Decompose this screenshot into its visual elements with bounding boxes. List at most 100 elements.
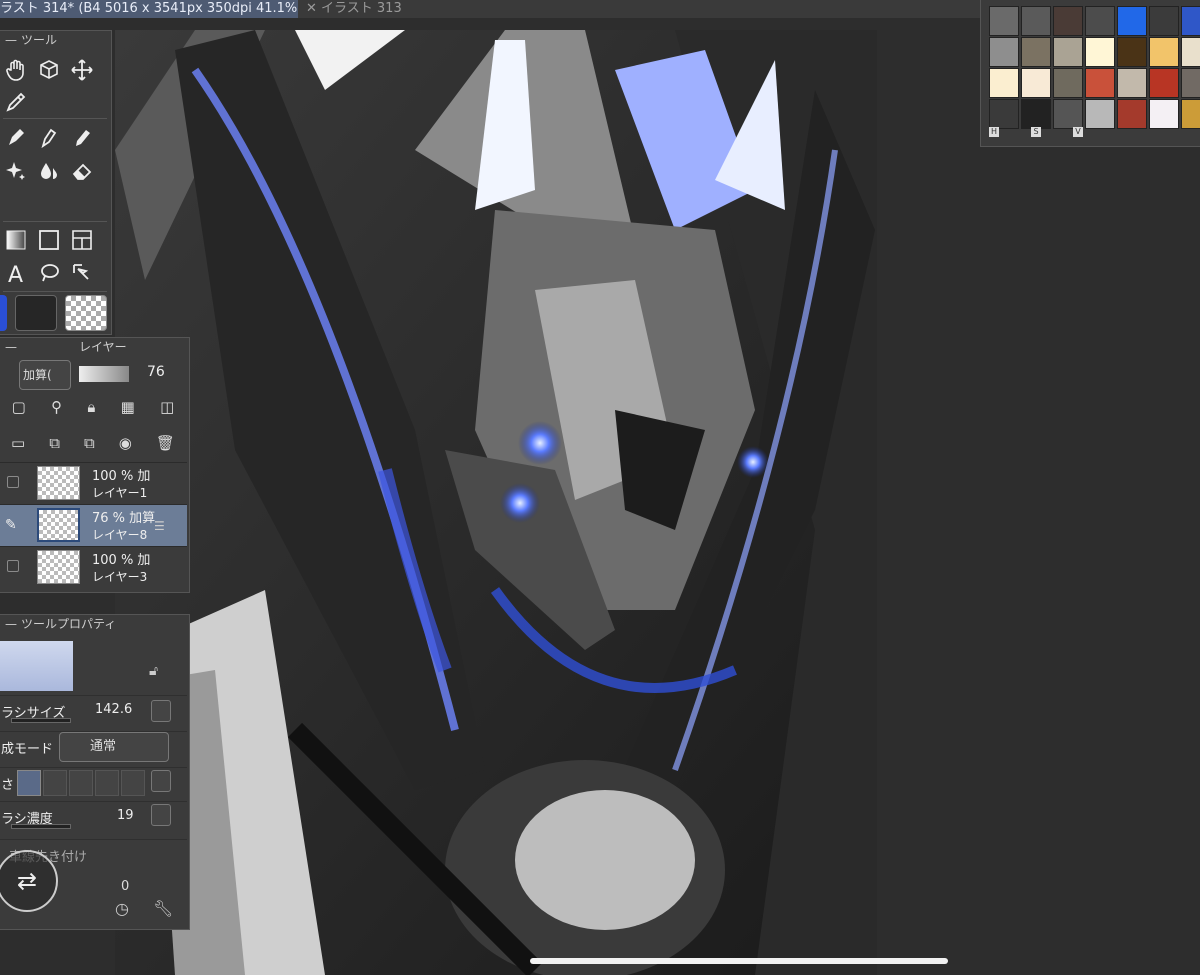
lock-alpha-icon[interactable]: ▦: [121, 398, 135, 424]
layer-menu-icon[interactable]: ☰: [154, 519, 165, 533]
pen-icon[interactable]: [0, 124, 32, 152]
hardness-label: さ: [1, 778, 15, 793]
color-swatch[interactable]: [1053, 99, 1083, 129]
eyedropper-icon[interactable]: [0, 88, 32, 116]
layer-row-selected[interactable]: ✎ 76 % 加算 レイヤー8 ☰: [0, 504, 187, 546]
color-swatch[interactable]: [1021, 99, 1051, 129]
tool-row-2: [0, 88, 113, 116]
color-swatch[interactable]: [1149, 37, 1179, 67]
blend-mode-row[interactable]: 成モード 通常: [0, 731, 187, 762]
density-value: 19: [117, 808, 134, 823]
chevron-right-icon[interactable]: [151, 770, 171, 792]
color-swatch[interactable]: [1117, 68, 1147, 98]
sub-color-swatch[interactable]: [15, 295, 57, 331]
brush-size-bar[interactable]: [11, 718, 71, 723]
main-color-swatch[interactable]: [0, 295, 7, 331]
color-swatch[interactable]: [1053, 6, 1083, 36]
move-icon[interactable]: [65, 56, 98, 84]
visibility-checkbox[interactable]: [7, 560, 19, 572]
color-swatch[interactable]: [1181, 68, 1200, 98]
hardness-options[interactable]: [17, 770, 145, 796]
color-swatch[interactable]: [989, 37, 1019, 67]
color-swatch[interactable]: [1085, 37, 1115, 67]
drawing-canvas[interactable]: [115, 30, 877, 975]
tool-panel-title: ツール: [21, 33, 58, 47]
home-indicator[interactable]: [530, 958, 948, 964]
color-swatch[interactable]: [1117, 99, 1147, 129]
rotate-cube-icon[interactable]: [32, 56, 65, 84]
marker-icon[interactable]: [65, 124, 98, 152]
tool-row-3: [0, 124, 113, 152]
color-swatch[interactable]: [1149, 68, 1179, 98]
color-swatch[interactable]: [1053, 37, 1083, 67]
trash-icon[interactable]: 🗑︎: [156, 434, 175, 460]
blend-mode-dropdown[interactable]: 通常: [59, 732, 169, 762]
visibility-checkbox[interactable]: [7, 476, 19, 488]
layer-row[interactable]: 100 % 加 レイヤー3: [0, 546, 187, 588]
color-swatch[interactable]: [1085, 68, 1115, 98]
select-pointer-icon[interactable]: [65, 259, 98, 287]
layer-row[interactable]: 100 % 加 レイヤー1: [0, 462, 187, 504]
collapse-icon[interactable]: —: [5, 615, 17, 633]
reset-timer-icon[interactable]: ◷: [115, 899, 129, 918]
merge-icon[interactable]: ⧉: [84, 434, 95, 460]
blend-drop-icon[interactable]: [32, 157, 65, 185]
color-swatch[interactable]: [1117, 6, 1147, 36]
gradient-icon[interactable]: [0, 226, 32, 254]
color-swatch[interactable]: [1053, 68, 1083, 98]
reference-icon[interactable]: ⚲: [51, 398, 62, 424]
blend-mode-select[interactable]: 加算(: [19, 360, 71, 390]
blend-mode-value: 加算(: [23, 368, 52, 382]
text-icon[interactable]: A: [0, 259, 32, 287]
wrench-icon[interactable]: 🔧︎: [153, 899, 173, 918]
collapse-icon[interactable]: —: [5, 338, 17, 356]
bottom-value: 0: [121, 879, 130, 894]
tab-illust-314[interactable]: ラスト 314* (B4 5016 x 3541px 350dpi 41.1%): [0, 0, 298, 18]
layer-mask-icon[interactable]: ◉: [119, 434, 132, 460]
fountain-pen-icon[interactable]: [32, 124, 65, 152]
brush-size-row[interactable]: ラシサイズ 142.6: [0, 695, 187, 725]
frame-icon[interactable]: [65, 226, 98, 254]
hand-icon[interactable]: [0, 56, 32, 84]
color-swatch[interactable]: [1021, 6, 1051, 36]
lock-icon[interactable]: 🔒︎: [87, 398, 95, 424]
hardness-row[interactable]: さ: [0, 767, 187, 797]
color-swatch[interactable]: [1181, 37, 1200, 67]
tab-illust-313[interactable]: ✕ イラスト 313: [298, 0, 432, 18]
clip-icon[interactable]: ▢: [12, 398, 26, 424]
tool-property-header: — ツールプロパティ: [0, 615, 189, 633]
collapse-icon[interactable]: —: [5, 31, 17, 49]
hue-label: H: [989, 127, 999, 137]
opacity-slider[interactable]: [79, 366, 129, 382]
color-swatch[interactable]: [1181, 99, 1200, 129]
lasso-icon[interactable]: [32, 259, 65, 287]
new-folder-icon[interactable]: ▭: [11, 434, 25, 460]
color-swatch[interactable]: [1021, 37, 1051, 67]
color-swatch[interactable]: [1117, 37, 1147, 67]
color-swatch[interactable]: [1149, 99, 1179, 129]
sparkle-icon[interactable]: [0, 157, 32, 185]
color-swatch[interactable]: [1181, 6, 1200, 36]
copy-layer-icon[interactable]: ⧉: [49, 434, 60, 460]
transparent-color-swatch[interactable]: [65, 295, 107, 331]
mask-icon[interactable]: ◫: [160, 398, 174, 424]
lock-icon[interactable]: 🔓︎: [149, 663, 158, 679]
layer-thumbnail: [37, 466, 80, 500]
color-swatch[interactable]: [1085, 99, 1115, 129]
tool-row-6: A: [0, 259, 113, 287]
density-row[interactable]: ラシ濃度 19: [0, 801, 187, 831]
color-swatch[interactable]: [1149, 6, 1179, 36]
layer-opacity-value: 76: [147, 364, 165, 380]
triangle-button[interactable]: [151, 700, 171, 722]
chevron-down-icon[interactable]: [151, 804, 171, 826]
tool-row-4: [0, 157, 113, 185]
rectangle-icon[interactable]: [32, 226, 65, 254]
color-swatch[interactable]: [1021, 68, 1051, 98]
color-swatch[interactable]: [989, 6, 1019, 36]
color-swatch[interactable]: [989, 99, 1019, 129]
eraser-icon[interactable]: [65, 157, 98, 185]
density-bar[interactable]: [11, 824, 71, 829]
tool-panel-header: — ツール: [0, 31, 111, 49]
color-swatch[interactable]: [989, 68, 1019, 98]
color-swatch[interactable]: [1085, 6, 1115, 36]
